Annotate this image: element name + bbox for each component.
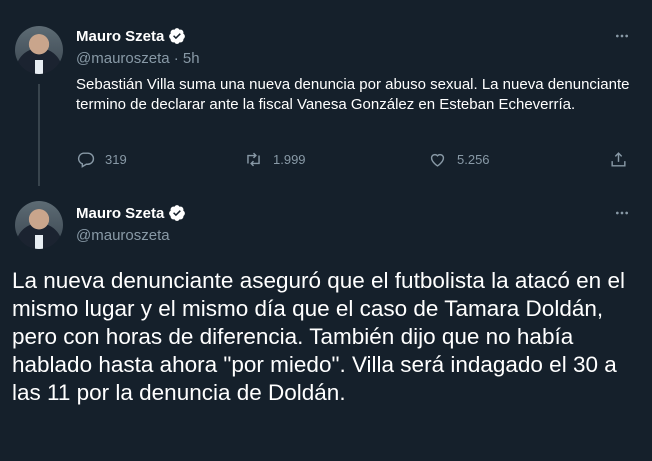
like-count: 5.256 — [457, 152, 490, 167]
thread-line — [38, 84, 40, 186]
author-row: Mauro Szeta — [76, 204, 186, 222]
retweet-button[interactable]: 1.999 — [244, 150, 306, 169]
verified-badge-icon — [168, 27, 186, 45]
share-button[interactable] — [609, 150, 628, 169]
reply-count: 319 — [105, 152, 127, 167]
share-icon — [611, 152, 626, 167]
tweet-text: La nueva denunciante aseguró que el futb… — [12, 268, 625, 405]
tweet-text: Sebastián Villa suma una nueva denuncia … — [76, 76, 630, 113]
author-name[interactable]: Mauro Szeta — [76, 205, 164, 222]
avatar[interactable] — [15, 201, 63, 249]
like-button[interactable]: 5.256 — [428, 150, 490, 169]
retweet-count: 1.999 — [273, 152, 306, 167]
author-name[interactable]: Mauro Szeta — [76, 28, 164, 45]
author-row: Mauro Szeta — [76, 27, 186, 45]
action-bar: 319 1.999 5.256 — [76, 150, 636, 174]
more-icon[interactable] — [611, 28, 633, 47]
more-icon[interactable] — [611, 205, 633, 224]
verified-badge-icon — [168, 204, 186, 222]
reply-button[interactable]: 319 — [76, 150, 127, 169]
author-handle[interactable]: @mauroszeta · 5h — [76, 50, 200, 67]
avatar[interactable] — [15, 26, 63, 74]
reply-icon — [77, 152, 95, 168]
retweet-icon — [247, 152, 260, 167]
like-icon — [430, 153, 445, 167]
author-handle[interactable]: @mauroszeta — [76, 227, 170, 244]
